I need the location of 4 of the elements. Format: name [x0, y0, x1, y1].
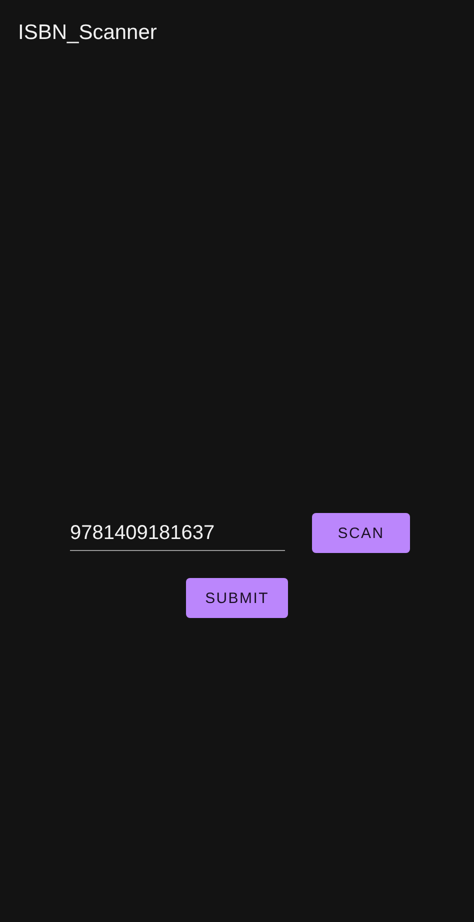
scan-button[interactable]: SCAN: [312, 513, 410, 553]
isbn-input-field[interactable]: 9781409181637: [70, 515, 285, 551]
submit-button[interactable]: SUBMIT: [186, 578, 288, 618]
app-title: ISBN_Scanner: [18, 21, 157, 45]
